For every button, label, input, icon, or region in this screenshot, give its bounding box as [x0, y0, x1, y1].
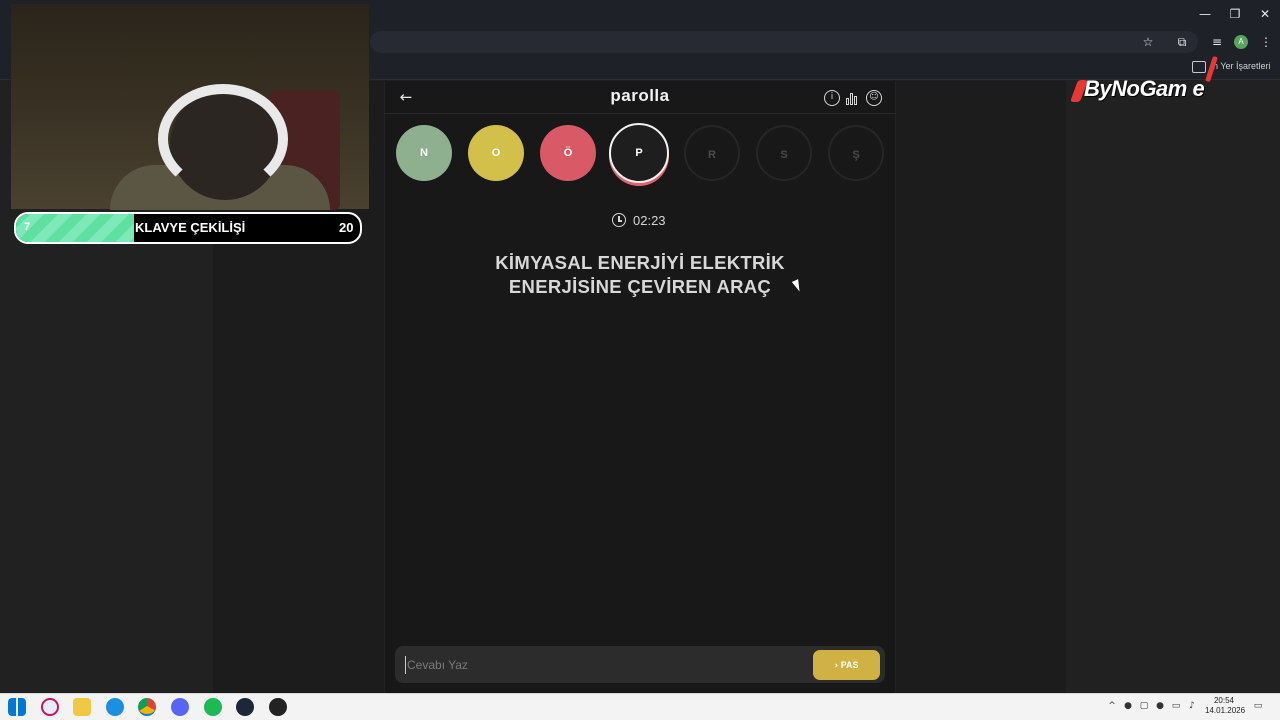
- app-icon-dark[interactable]: [269, 698, 287, 716]
- obs-icon[interactable]: [171, 698, 189, 716]
- letter-circle-n: N: [396, 125, 452, 181]
- folder-icon[interactable]: [1192, 61, 1206, 73]
- minimize-icon[interactable]: —: [1190, 4, 1220, 24]
- chevron-right-icon: ›: [834, 661, 839, 671]
- network-icon[interactable]: ▭: [1170, 700, 1182, 712]
- letter-circle-p-current: P: [609, 123, 669, 183]
- windows-start-icon[interactable]: [8, 698, 26, 716]
- tray-chevron-up-icon[interactable]: ^: [1106, 700, 1118, 712]
- tray-app-icon[interactable]: ▢: [1138, 700, 1150, 712]
- notification-icon[interactable]: ▭: [1252, 700, 1264, 712]
- bookmarks-folder-label[interactable]: n Yer İşaretleri: [1213, 61, 1271, 71]
- extensions-icon[interactable]: ⧉: [1172, 33, 1192, 51]
- question-line-2: ENERJİSİNE ÇEVİREN ARAÇ: [508, 276, 772, 297]
- question-line-1: KİMYASAL ENERJİYİ ELEKTRİK: [495, 252, 785, 273]
- progress-current-count: 7: [24, 221, 31, 233]
- edge-icon[interactable]: [106, 698, 124, 716]
- profile-icon[interactable]: ☺: [866, 90, 882, 106]
- back-arrow-icon[interactable]: ←: [396, 87, 416, 107]
- microphone-icon[interactable]: ●: [1122, 700, 1134, 712]
- clock-time: 20:54: [1213, 696, 1235, 705]
- letter-circle-s-cedilla: Ş: [828, 125, 884, 181]
- spotify-icon[interactable]: [204, 698, 222, 716]
- letter-circle-o: O: [468, 125, 524, 181]
- page-title: parolla: [610, 86, 670, 105]
- headphones-icon: [158, 84, 288, 194]
- stats-icon[interactable]: [845, 90, 861, 106]
- bookmark-star-icon[interactable]: ☆: [1138, 33, 1158, 51]
- restore-icon[interactable]: ❐: [1220, 4, 1250, 24]
- profile-avatar[interactable]: A: [1234, 35, 1248, 49]
- menu-kebab-icon[interactable]: ⋮: [1256, 33, 1276, 51]
- channel-logo: ByNoGam e: [1070, 76, 1205, 102]
- question-text: KİMYASAL ENERJİYİ ELEKTRİK ENERJİSİNE ÇE…: [440, 251, 840, 299]
- progress-target-count: 20: [339, 220, 354, 235]
- stats-bar: [850, 93, 853, 105]
- progress-fill: [16, 214, 134, 242]
- stats-bar: [846, 98, 849, 105]
- info-icon[interactable]: i: [824, 90, 840, 106]
- app-icon[interactable]: [41, 698, 59, 716]
- answer-input[interactable]: [405, 656, 805, 674]
- clock-icon: [612, 213, 626, 227]
- windows-taskbar: [0, 693, 1280, 720]
- address-bar[interactable]: [370, 31, 1198, 53]
- pass-button[interactable]: › PAS: [813, 650, 880, 680]
- right-gutter: [1066, 81, 1280, 693]
- volume-icon[interactable]: ♪: [1186, 700, 1198, 712]
- letter-circle-o-umlaut: Ö: [540, 125, 596, 181]
- tray-app-icon-green[interactable]: ●: [1154, 700, 1166, 712]
- steam-icon[interactable]: [236, 698, 254, 716]
- file-explorer-icon[interactable]: [73, 698, 91, 716]
- clock-datetime[interactable]: 20:54 14.01.2026: [1205, 696, 1246, 716]
- letter-circle-r: R: [684, 125, 740, 181]
- pass-button-label: PAS: [840, 660, 859, 670]
- chrome-icon[interactable]: [138, 698, 156, 716]
- close-icon[interactable]: ✕: [1250, 4, 1280, 24]
- timer: 02:23: [633, 213, 666, 228]
- letter-circle-s: S: [756, 125, 812, 181]
- reading-list-icon[interactable]: ≡: [1207, 33, 1227, 51]
- stats-bar: [854, 96, 857, 105]
- logo-text: ByNoGam e: [1084, 76, 1205, 101]
- clock-date: 14.01.2026: [1205, 706, 1246, 715]
- progress-label: KLAVYE ÇEKİLİŞİ: [135, 220, 246, 235]
